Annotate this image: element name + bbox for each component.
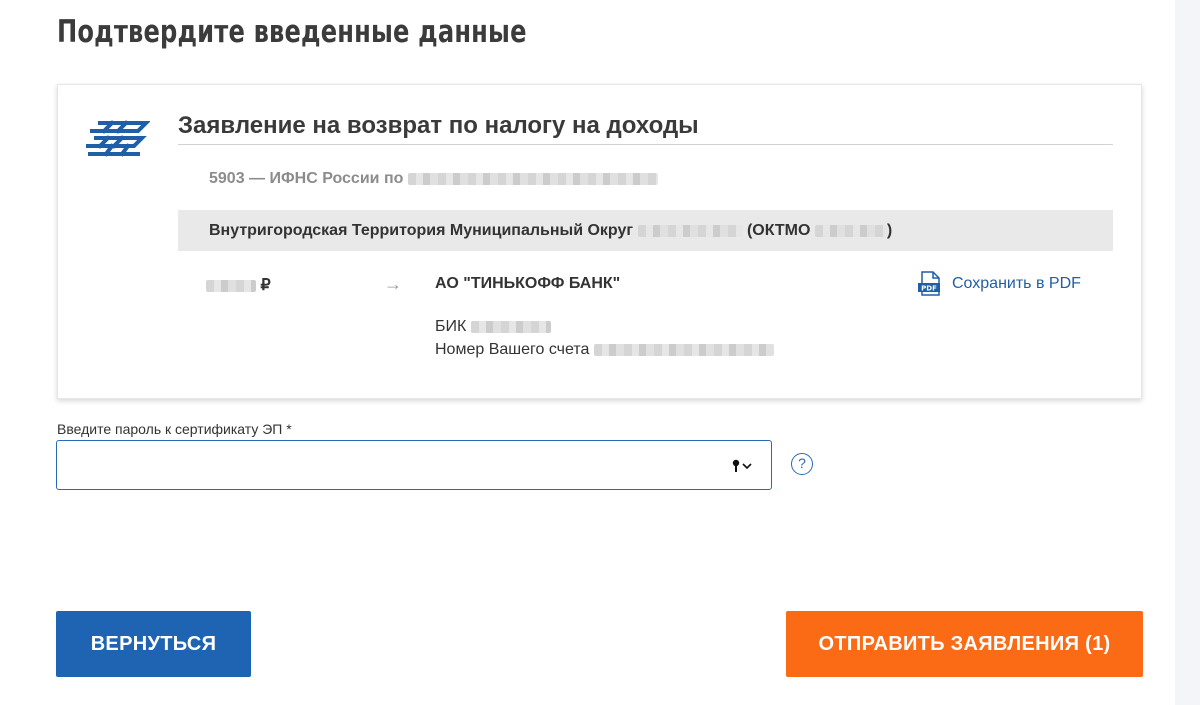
account-line: Номер Вашего счета (435, 341, 774, 359)
application-card: Заявление на возврат по налогу на доходы… (57, 84, 1142, 399)
territory-line: Внутригородская Территория Муниципальный… (209, 222, 892, 240)
currency-symbol: ₽ (260, 277, 271, 294)
redacted-amount (206, 279, 256, 292)
redacted-bik (470, 320, 551, 333)
key-dropdown-icon[interactable] (731, 458, 753, 474)
save-pdf-label: Сохранить в PDF (952, 275, 1081, 292)
password-label: Введите пароль к сертификату ЭП * (57, 421, 292, 437)
bik-line: БИК (435, 318, 551, 336)
arrow-right-icon: → (384, 274, 402, 294)
redacted-oktmo (814, 224, 887, 237)
title-divider (178, 144, 1113, 145)
application-title: Заявление на возврат по налогу на доходы (178, 112, 699, 139)
pdf-file-icon: PDF (918, 271, 940, 296)
tax-service-logo-icon (86, 120, 150, 157)
territory-prefix: Внутригородская Территория Муниципальный… (209, 222, 634, 239)
refund-amount: ₽ (206, 275, 271, 295)
bik-label: БИК (435, 318, 467, 335)
ifns-line: 5903 — ИФНС России по (209, 170, 658, 188)
save-pdf-link[interactable]: PDF Сохранить в PDF (918, 271, 1081, 297)
help-question-icon[interactable]: ? (791, 453, 813, 475)
svg-text:PDF: PDF (921, 285, 937, 293)
certificate-password-input[interactable] (56, 440, 772, 490)
territory-row: Внутригородская Территория Муниципальный… (178, 210, 1113, 251)
page-side-strip (1175, 0, 1200, 705)
back-button[interactable]: ВЕРНУТЬСЯ (56, 611, 251, 677)
redacted-ifns-region (407, 172, 658, 185)
oktmo-label: (ОКТМО (746, 222, 811, 239)
send-application-button[interactable]: ОТПРАВИТЬ ЗАЯВЛЕНИЯ (1) (786, 611, 1143, 677)
bank-name: АО "ТИНЬКОФФ БАНК" (435, 275, 621, 292)
ifns-text: 5903 — ИФНС России по (209, 170, 404, 187)
account-label: Номер Вашего счета (435, 341, 590, 358)
redacted-account (593, 343, 774, 356)
redacted-territory-name (637, 224, 743, 237)
page-title: Подтвердите введенные данные (57, 14, 527, 50)
oktmo-close: ) (886, 222, 893, 239)
